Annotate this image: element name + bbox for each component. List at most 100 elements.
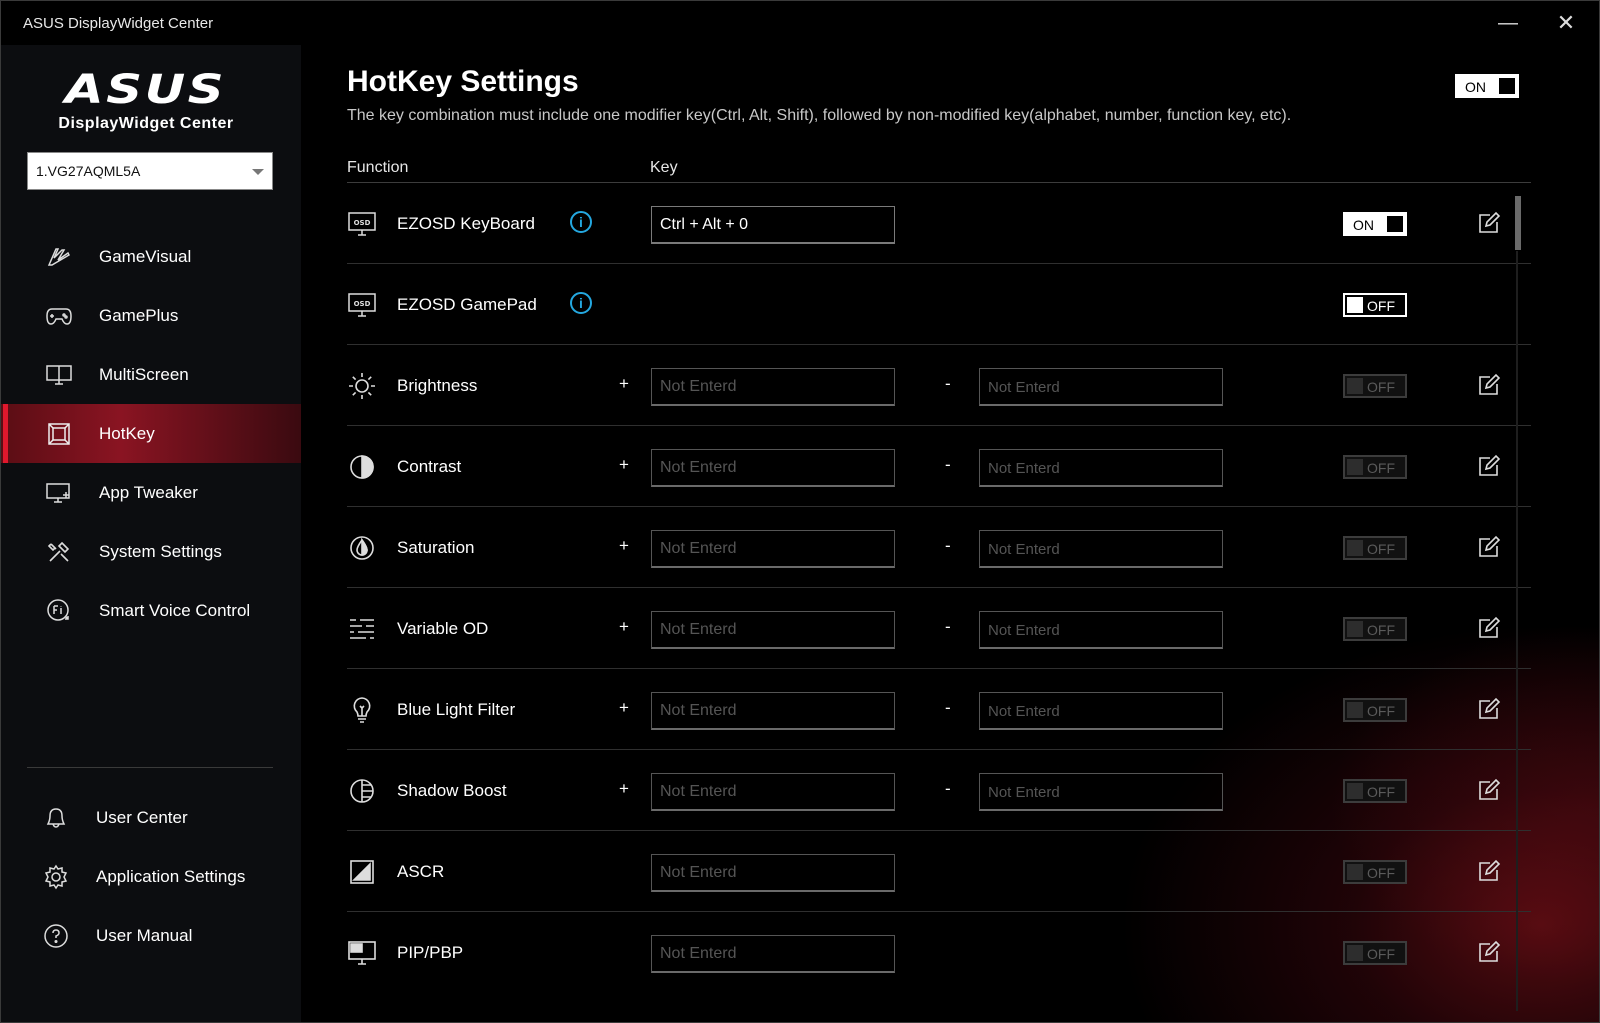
edit-icon[interactable] (1477, 859, 1501, 883)
hotkey-toggle[interactable]: ON (1343, 212, 1407, 236)
edit-icon[interactable] (1477, 940, 1501, 964)
toggle-knob (1347, 297, 1363, 313)
hotkey-decrease-field[interactable]: Not Enterd (979, 368, 1223, 406)
hotkey-key-field[interactable]: Not Enterd (651, 854, 895, 892)
hotkey-key-field[interactable]: Ctrl + Alt + 0 (651, 206, 895, 244)
sidebar-item-label: System Settings (99, 541, 222, 561)
shadow-boost-icon (347, 777, 377, 805)
increase-label: + (619, 779, 629, 798)
hotkey-increase-field[interactable]: Not Enterd (651, 611, 895, 649)
toggle-label: OFF (1367, 298, 1395, 314)
sidebar-item-multiscreen[interactable]: MultiScreen (1, 345, 301, 404)
hotkey-row-ezosd-gamepad: OSD EZOSD GamePad i OFF (347, 264, 1531, 345)
hotkey-decrease-field[interactable]: Not Enterd (979, 449, 1223, 487)
edit-icon[interactable] (1477, 454, 1501, 478)
sidebar-item-label: GamePlus (99, 305, 179, 325)
hotkey-key-value: Not Enterd (660, 378, 737, 395)
decrease-label: - (945, 698, 951, 717)
decrease-label: - (945, 536, 951, 555)
toggle-label: ON (1353, 217, 1374, 233)
edit-icon[interactable] (1477, 535, 1501, 559)
hotkey-toggle[interactable]: OFF (1343, 455, 1407, 479)
sidebar-item-app-tweaker[interactable]: App Tweaker (1, 463, 301, 522)
hotkey-increase-field[interactable]: Not Enterd (651, 449, 895, 487)
hotkey-key-value: Not Enterd (660, 702, 737, 719)
toggle-label: ON (1465, 79, 1486, 95)
edit-icon[interactable] (1477, 697, 1501, 721)
asus-logo: ASUS (65, 67, 227, 113)
hotkey-toggle[interactable]: OFF (1343, 374, 1407, 398)
page-title: HotKey Settings (347, 65, 579, 98)
hotkey-row-ezosd-keyboard: OSD EZOSD KeyBoard i Ctrl + Alt + 0 ON (347, 183, 1531, 264)
hotkey-toggle[interactable]: OFF (1343, 293, 1407, 317)
contrast-icon (347, 453, 377, 481)
app-window: ASUS DisplayWidget Center — ✕ ASUS Displ… (0, 0, 1600, 1023)
sidebar-nav: GameVisual GamePlus MultiScreen HotKey A… (1, 227, 301, 640)
info-icon[interactable]: i (570, 211, 592, 233)
sidebar-divider (27, 767, 273, 768)
toggle-knob (1387, 216, 1403, 232)
hotkey-key-value: Not Enterd (988, 460, 1060, 477)
hotkey-increase-field[interactable]: Not Enterd (651, 773, 895, 811)
hotkey-increase-field[interactable]: Not Enterd (651, 692, 895, 730)
sidebar-item-label: User Center (96, 807, 188, 827)
hotkey-toggle[interactable]: OFF (1343, 536, 1407, 560)
close-button[interactable]: ✕ (1551, 9, 1581, 37)
hotkey-row-variable-od: Variable OD + Not Enterd - Not Enterd OF… (347, 588, 1531, 669)
hotkey-toggle[interactable]: OFF (1343, 617, 1407, 641)
decrease-label: - (945, 374, 951, 393)
column-header-key: Key (650, 159, 678, 176)
sidebar-item-smart-voice-control[interactable]: Smart Voice Control (1, 581, 301, 640)
device-select[interactable]: 1.VG27AQML5A (27, 152, 273, 190)
function-name: EZOSD KeyBoard (397, 214, 535, 233)
sidebar-item-label: HotKey (99, 423, 155, 443)
minimize-button[interactable]: — (1493, 9, 1523, 37)
sidebar-item-application-settings[interactable]: Application Settings (1, 847, 301, 906)
info-icon[interactable]: i (570, 292, 592, 314)
variable-od-icon (347, 615, 377, 643)
decrease-label: - (945, 455, 951, 474)
chevron-down-icon (252, 169, 264, 175)
hotkey-key-value: Not Enterd (660, 621, 737, 638)
scrollbar-thumb[interactable] (1515, 196, 1521, 250)
hotkey-decrease-field[interactable]: Not Enterd (979, 692, 1223, 730)
hotkey-toggle[interactable]: OFF (1343, 860, 1407, 884)
hotkey-increase-field[interactable]: Not Enterd (651, 530, 895, 568)
sidebar-item-user-center[interactable]: User Center (1, 788, 301, 847)
hotkey-row-brightness: Brightness + Not Enterd - Not Enterd OFF (347, 345, 1531, 426)
edit-icon[interactable] (1477, 373, 1501, 397)
scrollbar-track[interactable] (1516, 251, 1518, 1011)
sidebar-bottom-nav: User Center Application Settings User Ma… (1, 788, 301, 965)
sidebar-item-gamevisual[interactable]: GameVisual (1, 227, 301, 286)
hotkey-decrease-field[interactable]: Not Enterd (979, 611, 1223, 649)
hotkey-toggle[interactable]: OFF (1343, 698, 1407, 722)
sidebar-item-system-settings[interactable]: System Settings (1, 522, 301, 581)
multiscreen-icon (45, 361, 73, 389)
hotkey-key-field[interactable]: Not Enterd (651, 935, 895, 973)
function-name: Blue Light Filter (397, 700, 516, 719)
sidebar-item-label: User Manual (96, 925, 193, 945)
hotkey-decrease-field[interactable]: Not Enterd (979, 773, 1223, 811)
voice-icon (45, 597, 73, 625)
sidebar-item-user-manual[interactable]: User Manual (1, 906, 301, 965)
brand-logo: ASUS DisplayWidget Center (1, 67, 291, 133)
function-name: PIP/PBP (397, 943, 464, 962)
sidebar-item-hotkey[interactable]: HotKey (1, 404, 301, 463)
hotkey-key-value: Not Enterd (988, 541, 1060, 558)
sidebar: ASUS DisplayWidget Center 1.VG27AQML5A G… (1, 45, 301, 1022)
hotkey-decrease-field[interactable]: Not Enterd (979, 530, 1223, 568)
function-name: EZOSD GamePad (397, 295, 537, 314)
hotkey-increase-field[interactable]: Not Enterd (651, 368, 895, 406)
hotkey-key-value: Not Enterd (988, 379, 1060, 396)
function-name: Shadow Boost (397, 781, 507, 800)
edit-icon[interactable] (1477, 211, 1501, 235)
brightness-icon (347, 372, 377, 400)
toggle-knob (1347, 540, 1363, 556)
hotkey-toggle[interactable]: OFF (1343, 941, 1407, 965)
hotkey-master-toggle[interactable]: ON (1455, 74, 1519, 98)
edit-icon[interactable] (1477, 778, 1501, 802)
hotkey-toggle[interactable]: OFF (1343, 779, 1407, 803)
edit-icon[interactable] (1477, 616, 1501, 640)
osd-icon: OSD (347, 210, 377, 238)
sidebar-item-gameplus[interactable]: GamePlus (1, 286, 301, 345)
